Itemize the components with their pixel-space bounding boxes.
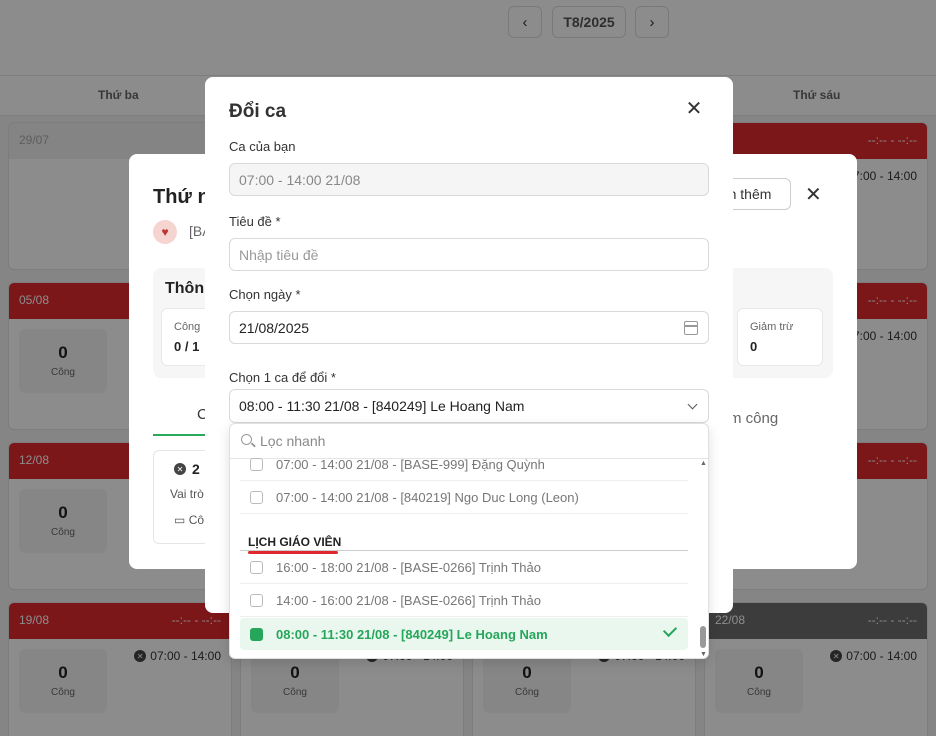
list-item-selected[interactable]: 08:00 - 11:30 21/08 - [840249] Le Hoang … [240, 618, 688, 650]
scroll-down-icon[interactable]: ▼ [700, 651, 707, 658]
close-icon[interactable]: ✕ [683, 97, 705, 120]
checkbox[interactable] [250, 458, 263, 471]
scrollbar[interactable]: ▲ ▼ [700, 460, 707, 658]
day-detail-title: Thứ n [153, 186, 210, 208]
list-item[interactable]: 07:00 - 14:00 21/08 - [840219] Ngo Duc L… [240, 482, 688, 514]
chevron-down-icon [687, 399, 698, 410]
close-circle-icon: ✕ [174, 463, 186, 475]
your-shift-label: Ca của bạn [229, 139, 296, 154]
search-icon [241, 434, 252, 445]
info-title: Thôn [165, 280, 205, 297]
list-item[interactable]: 16:00 - 18:00 21/08 - [BASE-0266] Trịnh … [240, 552, 688, 584]
shift-select[interactable]: 08:00 - 11:30 21/08 - [840249] Le Hoang … [229, 389, 709, 423]
shift-dropdown: 07:00 - 14:00 21/08 - [BASE-999] Đặng Qu… [229, 423, 709, 659]
checkbox[interactable] [250, 594, 263, 607]
dropdown-list: 07:00 - 14:00 21/08 - [BASE-999] Đặng Qu… [240, 457, 690, 658]
your-shift-field: 07:00 - 14:00 21/08 [229, 163, 709, 196]
checkbox[interactable] [250, 491, 263, 504]
group-label: LỊCH GIÁO VIÊN [248, 535, 342, 549]
avatar: ♥ [153, 220, 177, 244]
date-picker[interactable]: 21/08/2025 [229, 311, 709, 344]
scrollbar-thumb[interactable] [700, 626, 706, 648]
checkbox-checked[interactable] [250, 627, 263, 641]
list-item[interactable]: 14:00 - 16:00 21/08 - [BASE-0266] Trịnh … [240, 585, 688, 617]
shift-select-label: Chọn 1 ca để đổi * [229, 370, 336, 385]
title-input[interactable] [229, 238, 709, 271]
calendar-icon: ▭ [174, 513, 186, 527]
shift-select-value: 08:00 - 11:30 21/08 - [840249] Le Hoang … [239, 398, 525, 414]
calendar-icon [684, 321, 698, 335]
list-item[interactable]: 07:00 - 14:00 21/08 - [BASE-999] Đặng Qu… [240, 449, 688, 481]
date-label: Chọn ngày * [229, 287, 301, 302]
tab-timekeeping[interactable]: m công [729, 410, 778, 427]
info-card: Giảm trừ 0 [737, 308, 823, 366]
checkbox[interactable] [250, 561, 263, 574]
scroll-up-icon[interactable]: ▲ [700, 460, 707, 467]
title-label: Tiêu đề * [229, 214, 281, 229]
date-value: 21/08/2025 [239, 319, 310, 336]
modal-title: Đổi ca [229, 101, 287, 122]
check-icon [662, 622, 678, 638]
close-icon[interactable]: ✕ [805, 182, 822, 207]
